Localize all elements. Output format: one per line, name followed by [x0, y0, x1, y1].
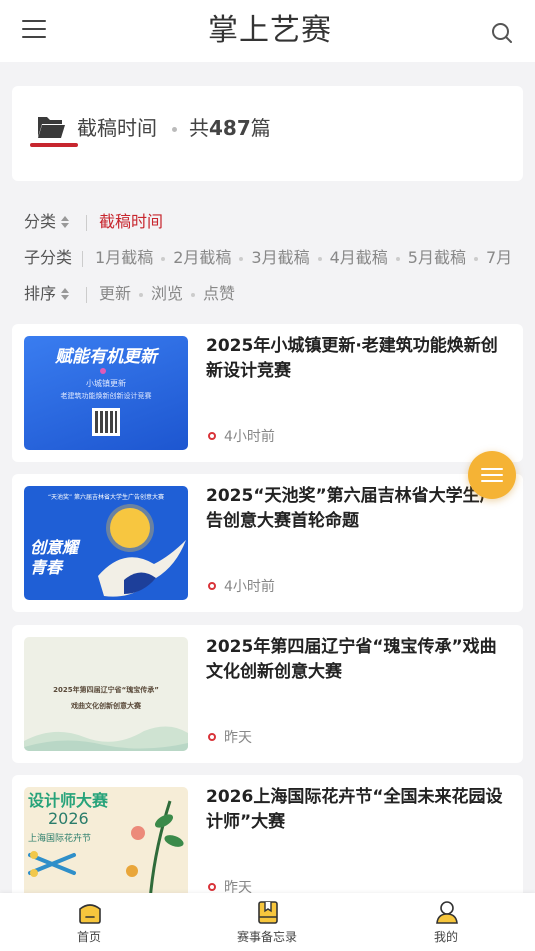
- tab-label: 我的: [433, 930, 458, 944]
- separator-dot: [191, 292, 196, 297]
- list-menu-icon[interactable]: [468, 451, 516, 499]
- article-title[interactable]: 2025“天池奖”第六届吉林省大学生广告创意大赛首轮命题: [206, 484, 511, 534]
- tab-profile[interactable]: 我的: [386, 893, 506, 951]
- subcategory-option[interactable]: 3月截稿: [251, 246, 309, 270]
- thumb-heading: 赋能有机更新: [55, 347, 157, 367]
- hills-decoration: [24, 726, 188, 751]
- thumb-decoration: [100, 368, 106, 374]
- scissors-icon: [28, 851, 76, 877]
- sort-filter-row: 排序 更新 浏览 点赞: [24, 282, 535, 306]
- article-time: 4小时前: [208, 427, 275, 447]
- home-icon: [79, 904, 101, 924]
- top-bar: 掌上艺赛: [0, 0, 535, 62]
- flower-illustration: [126, 800, 184, 901]
- article-time: 4小时前: [208, 577, 275, 597]
- tab-label: 赛事备忘录: [236, 930, 297, 944]
- article-title[interactable]: 2026上海国际花卉节“全国未来花园设计师”大赛: [206, 785, 511, 835]
- article-title[interactable]: 2025年第四届辽宁省“瑰宝传承”戏曲文化创新创意大赛: [206, 635, 511, 685]
- section-header-card: 截稿时间 共487篇: [12, 86, 523, 181]
- logo-text: 掌上艺赛: [208, 13, 332, 48]
- thumb-line1: 小城镇更新: [86, 379, 126, 388]
- thumb-line1: 2025年第四届辽宁省“瑰宝传承”: [53, 686, 159, 694]
- separator-dot: [172, 127, 177, 132]
- thumb-side-text: 创意耀青春: [30, 538, 79, 577]
- subcategory-filter-row: 子分类 1月截稿 2月截稿 3月截稿 4月截稿 5月截稿 7月: [24, 246, 535, 270]
- app-logo: 掌上艺赛: [200, 10, 340, 52]
- total-number: 487: [209, 116, 251, 140]
- hamburger-menu-icon[interactable]: [22, 20, 46, 42]
- category-label[interactable]: 分类: [24, 210, 56, 234]
- time-dot-icon: [208, 733, 216, 741]
- divider: [82, 250, 84, 267]
- bookmark-book-icon: [258, 901, 278, 924]
- search-icon[interactable]: [491, 22, 513, 44]
- total-suffix: 篇: [250, 116, 271, 140]
- bottom-nav: 首页 赛事备忘录 我的: [0, 893, 535, 951]
- thumb-line2: 戏曲文化创新创意大赛: [71, 702, 141, 710]
- subcategory-option[interactable]: 4月截稿: [330, 246, 388, 270]
- sort-arrows-icon: [61, 287, 70, 300]
- thumb-line2: 老建筑功能焕新创新设计竞赛: [60, 392, 152, 400]
- sort-option[interactable]: 浏览: [151, 282, 183, 306]
- separator-dot: [473, 256, 478, 261]
- subcategory-option[interactable]: 7月: [486, 246, 512, 270]
- time-dot-icon: [208, 582, 216, 590]
- divider: [86, 214, 88, 231]
- article-thumbnail: “天池奖” 第六届吉林省大学生广告创意大赛 创意耀青春: [24, 486, 188, 600]
- tab-home[interactable]: 首页: [29, 893, 149, 951]
- article-thumbnail: 设计师大赛 2026 上海国际花卉节: [24, 787, 188, 901]
- article-thumbnail: 2025年第四届辽宁省“瑰宝传承” 戏曲文化创新创意大赛: [24, 637, 188, 751]
- sort-option[interactable]: 点赞: [203, 282, 235, 306]
- active-underline: [30, 143, 78, 147]
- folder-open-icon: [36, 114, 66, 140]
- thumb-banner: “天池奖” 第六届吉林省大学生广告创意大赛: [47, 494, 165, 501]
- subcategory-label: 子分类: [24, 248, 73, 267]
- subcategory-option[interactable]: 2月截稿: [173, 246, 231, 270]
- article-title[interactable]: 2025年小城镇更新·老建筑功能焕新创新设计竞赛: [206, 334, 511, 384]
- separator-dot: [139, 292, 144, 297]
- total-prefix: 共: [189, 116, 209, 140]
- total-count: 共487篇: [189, 114, 271, 142]
- category-active-option[interactable]: 截稿时间: [99, 212, 163, 231]
- tab-label: 首页: [76, 930, 101, 944]
- time-dot-icon: [208, 883, 216, 891]
- time-dot-icon: [208, 432, 216, 440]
- time-text: 昨天: [224, 730, 252, 746]
- sort-arrows-icon: [61, 215, 70, 228]
- article-card[interactable]: 2025年第四届辽宁省“瑰宝传承” 戏曲文化创新创意大赛 2025年第四届辽宁省…: [12, 625, 523, 763]
- time-text: 4小时前: [224, 429, 275, 445]
- qr-code-icon: [92, 408, 120, 436]
- divider: [86, 286, 88, 303]
- user-profile-icon: [436, 901, 458, 924]
- bird-illustration: [98, 540, 186, 597]
- separator-dot: [395, 256, 400, 261]
- article-thumbnail: 赋能有机更新 小城镇更新 老建筑功能焕新创新设计竞赛: [24, 336, 188, 450]
- thumb-line1: 上海国际花卉节: [28, 834, 92, 844]
- category-filter-row: 分类 截稿时间: [24, 210, 535, 234]
- thumb-heading: 设计师大赛: [28, 791, 109, 810]
- section-title: 截稿时间: [77, 116, 157, 140]
- separator-dot: [317, 256, 322, 261]
- article-card[interactable]: “天池奖” 第六届吉林省大学生广告创意大赛 创意耀青春 2025“天池奖”第六届…: [12, 474, 523, 612]
- tab-memo[interactable]: 赛事备忘录: [207, 893, 327, 951]
- subcategory-option[interactable]: 5月截稿: [408, 246, 466, 270]
- article-card[interactable]: 赋能有机更新 小城镇更新 老建筑功能焕新创新设计竞赛 2025年小城镇更新·老建…: [12, 324, 523, 462]
- sort-label[interactable]: 排序: [24, 282, 56, 306]
- subcategory-option[interactable]: 1月截稿: [95, 246, 153, 270]
- time-text: 4小时前: [224, 579, 275, 595]
- sort-option[interactable]: 更新: [99, 282, 131, 306]
- thumb-year: 2026: [48, 809, 89, 828]
- article-time: 昨天: [208, 728, 252, 748]
- separator-dot: [161, 256, 166, 261]
- separator-dot: [239, 256, 244, 261]
